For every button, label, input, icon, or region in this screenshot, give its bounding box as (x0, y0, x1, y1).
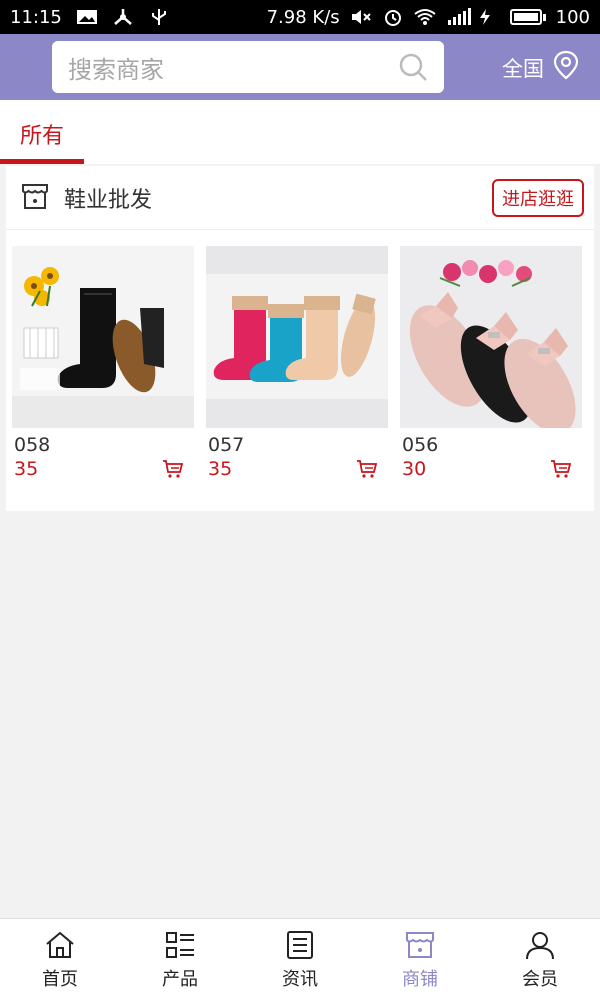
cart-icon[interactable] (550, 459, 572, 479)
home-icon (46, 931, 74, 958)
product-price: 35 (14, 458, 39, 480)
shop-icon (406, 932, 434, 958)
product-card[interactable]: 057 35 (206, 246, 388, 480)
product-list: 058 35 057 35 056 30 (12, 246, 582, 480)
message-icon (76, 8, 98, 26)
nav-label: 首页 (42, 969, 78, 990)
grid-list-icon (166, 932, 194, 958)
share-icon (112, 8, 134, 26)
search-icon[interactable] (398, 52, 428, 82)
nav-label: 资讯 (282, 969, 318, 990)
bottom-nav: 首页 产品 资讯 商铺 会员 (0, 918, 600, 1000)
network-speed: 7.98 K/s (266, 6, 340, 28)
battery-icon (509, 9, 546, 25)
nav-item-news[interactable]: 资讯 (240, 919, 360, 1000)
header-bar: 搜索商家 全国 (0, 34, 600, 100)
news-icon (287, 931, 313, 959)
nav-item-shops[interactable]: 商铺 (360, 919, 480, 1000)
usb-icon (148, 8, 170, 26)
region-label: 全国 (502, 56, 544, 81)
status-time: 11:15 (10, 6, 62, 28)
nav-label: 会员 (522, 969, 558, 990)
shop-header: 鞋业批发 进店逛逛 (6, 166, 594, 230)
signal-icon (446, 8, 471, 26)
nav-item-member[interactable]: 会员 (480, 919, 600, 1000)
shop-card: 鞋业批发 进店逛逛 058 35 057 35 056 30 (6, 166, 594, 511)
product-card[interactable]: 058 35 (12, 246, 194, 480)
region-selector[interactable]: 全国 (502, 50, 580, 85)
product-code: 056 (402, 434, 439, 456)
battery-level: 100 (555, 6, 590, 28)
mute-icon (350, 8, 372, 26)
category-tabs: 所有 (0, 100, 600, 164)
alarm-icon (382, 8, 404, 26)
nav-label: 产品 (162, 969, 198, 990)
charging-icon (478, 8, 500, 26)
tab-all[interactable]: 所有 (0, 100, 84, 164)
cart-icon[interactable] (162, 459, 184, 479)
wifi-icon (414, 8, 436, 26)
search-input[interactable]: 搜索商家 (68, 50, 398, 85)
location-pin-icon (552, 50, 580, 85)
nav-item-products[interactable]: 产品 (120, 919, 240, 1000)
product-image-black-rain-boots[interactable] (12, 246, 194, 428)
product-image-pink-black-sandals[interactable] (400, 246, 582, 428)
product-code: 058 (14, 434, 51, 456)
status-bar: 11:15 7.98 K/s 100 (0, 0, 600, 34)
cart-icon[interactable] (356, 459, 378, 479)
tab-active-indicator (0, 159, 84, 164)
enter-shop-button[interactable]: 进店逛逛 (492, 178, 584, 217)
product-card[interactable]: 056 30 (400, 246, 582, 480)
nav-item-home[interactable]: 首页 (0, 919, 120, 1000)
nav-label: 商铺 (402, 969, 438, 990)
product-price: 35 (208, 458, 233, 480)
shop-name[interactable]: 鞋业批发 (64, 182, 492, 214)
product-code: 057 (208, 434, 245, 456)
search-box[interactable]: 搜索商家 (52, 41, 444, 93)
product-image-colored-rain-boots[interactable] (206, 246, 388, 428)
product-price: 30 (402, 458, 427, 480)
shop-icon (20, 181, 50, 215)
tab-all-label: 所有 (19, 124, 64, 149)
user-icon (526, 932, 554, 960)
